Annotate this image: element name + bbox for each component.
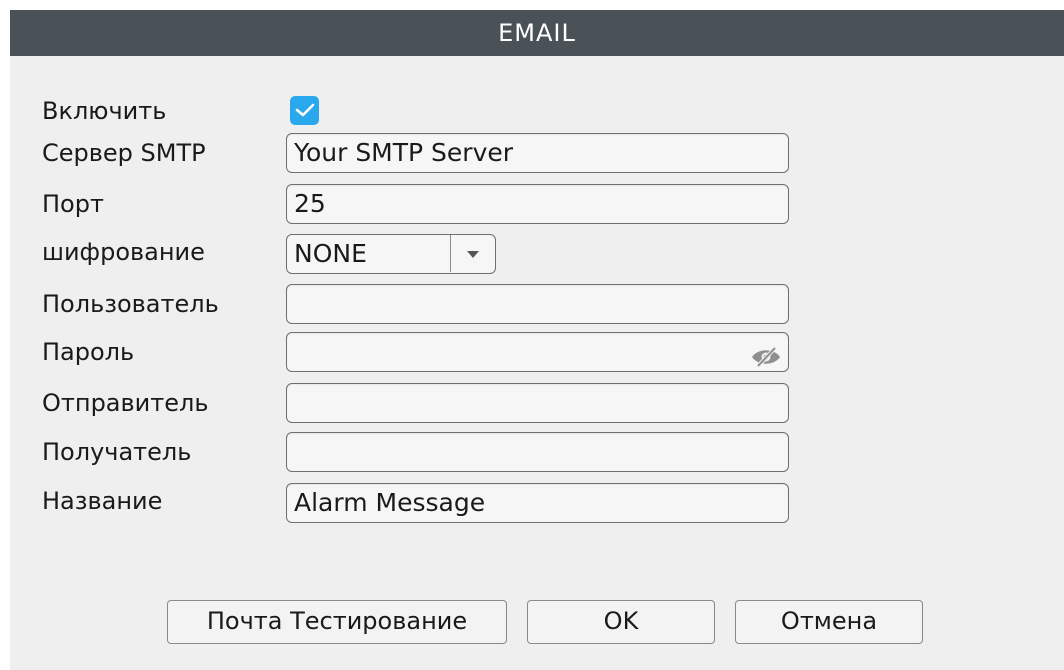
email-dialog: EMAIL Включить Сервер SMTP Your SMTP Ser… bbox=[10, 10, 1064, 670]
encryption-select[interactable]: NONE bbox=[286, 234, 496, 274]
encryption-value: NONE bbox=[294, 239, 367, 268]
cancel-button[interactable]: Отмена bbox=[735, 600, 923, 644]
recipient-label: Получатель bbox=[42, 438, 192, 466]
ok-button[interactable]: OK bbox=[527, 600, 715, 644]
encryption-label: шифрование bbox=[42, 238, 205, 266]
port-input[interactable]: 25 bbox=[286, 184, 789, 224]
dialog-title: EMAIL bbox=[10, 10, 1064, 56]
password-label: Пароль bbox=[42, 338, 135, 366]
enable-checkbox[interactable] bbox=[290, 96, 319, 125]
triangle-down-icon bbox=[467, 251, 479, 258]
enable-label: Включить bbox=[42, 97, 167, 125]
smtp-server-input[interactable]: Your SMTP Server bbox=[286, 133, 789, 173]
checkmark-icon bbox=[295, 103, 315, 117]
smtp-server-label: Сервер SMTP bbox=[42, 139, 206, 167]
subject-input[interactable]: Alarm Message bbox=[286, 483, 789, 523]
recipient-input[interactable] bbox=[286, 432, 789, 472]
password-input[interactable] bbox=[286, 332, 789, 372]
encryption-dropdown-button[interactable] bbox=[450, 235, 495, 272]
eye-slash-icon[interactable] bbox=[749, 345, 783, 369]
user-input[interactable] bbox=[286, 284, 789, 324]
sender-label: Отправитель bbox=[42, 389, 209, 417]
mail-test-button[interactable]: Почта Тестирование bbox=[167, 600, 507, 644]
subject-label: Название bbox=[42, 487, 163, 515]
sender-input[interactable] bbox=[286, 383, 789, 423]
user-label: Пользователь bbox=[42, 290, 219, 318]
port-label: Порт bbox=[42, 190, 104, 218]
